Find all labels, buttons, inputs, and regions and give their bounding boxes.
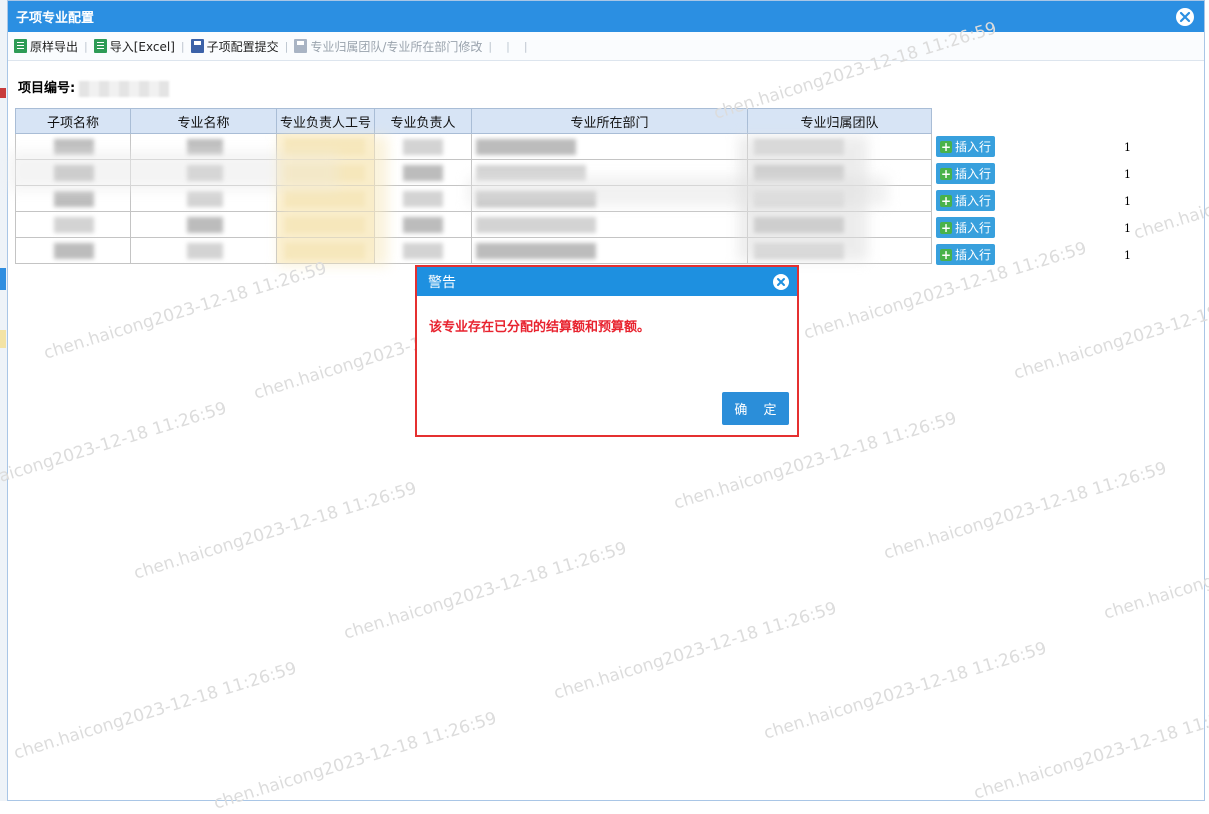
toolbar: 原样导出 | 导入[Excel] | 子项配置提交 | 专业归属团队/专业所在部… [8,32,1204,61]
row-number: 1 [1124,249,1131,262]
col-lead-name[interactable]: 专业负责人 [374,108,472,134]
col-subitem-name[interactable]: 子项名称 [15,108,131,134]
watermark: chen.haicong2023-12-18 11:26:59 [41,258,330,364]
col-specialty-name[interactable]: 专业名称 [130,108,277,134]
project-number: 项目编号: [18,77,170,97]
watermark: chen.haicong2023-12-18 11:26:59 [211,708,500,814]
row-number: 1 [1124,195,1131,208]
watermark: chen.haicong2023-12-18 11:26:59 [551,598,840,704]
import-excel-button[interactable]: 导入[Excel] [90,38,179,55]
watermark: chen.haicong2023-12-18 11:26:59 [1131,138,1209,244]
project-number-label: 项目编号: [18,81,76,96]
plus-icon: + [939,220,952,235]
excel-icon [14,39,27,53]
plus-icon: + [939,193,952,208]
insert-row-button[interactable]: + 插入行 [936,217,995,238]
watermark: chen.haicong2023-12-18 11:26:59 [971,698,1209,804]
dialog-message: 该专业存在已分配的结算额和预算额。 [429,320,651,335]
insert-row-button[interactable]: + 插入行 [936,190,995,211]
watermark: chen.haicong2023-12-18 11:26:59 [881,458,1170,564]
row-number: 1 [1124,141,1131,154]
export-button[interactable]: 原样导出 [10,38,82,55]
col-lead-id[interactable]: 专业负责人工号 [276,108,375,134]
dialog-header: 警告 [417,267,797,296]
window-close-icon[interactable] [1176,7,1194,26]
warning-dialog: 警告 该专业存在已分配的结算额和预算额。 确 定 [415,265,799,437]
col-team[interactable]: 专业归属团队 [747,108,932,134]
watermark: chen.haicong2023-12-18 11:26:59 [341,538,630,644]
insert-row-button[interactable]: + 插入行 [936,163,995,184]
watermark: chen.haicong2023-12-18 11:26:59 [11,658,300,764]
insert-row-button[interactable]: + 插入行 [936,244,995,265]
sub-item-config-window: 子项专业配置 原样导出 | 导入[Excel] | 子项配置提交 | 专业归属团… [0,0,1209,814]
dialog-close-icon[interactable] [773,273,789,290]
watermark: chen.haicong2023-12-18 11:26:59 [1011,278,1209,384]
dialog-title: 警告 [428,274,456,291]
watermark: chen.haicong2023-12-18 11:26:59 [131,478,420,584]
watermark: chen.haicong2023-12-18 11:26:59 [761,638,1050,744]
window-titlebar: 子项专业配置 [8,1,1204,32]
ok-button[interactable]: 确 定 [722,392,789,425]
plus-icon: + [939,139,952,154]
excel-icon [93,39,107,53]
table-header: 子项名称 专业名称 专业负责人工号 专业负责人 专业所在部门 专业归属团队 [15,108,932,134]
modify-team-dept-button[interactable]: 专业归属团队/专业所在部门修改 [290,38,486,55]
col-department[interactable]: 专业所在部门 [471,108,748,134]
row-number: 1 [1124,168,1131,181]
window-title: 子项专业配置 [16,11,95,26]
submit-config-button[interactable]: 子项配置提交 [187,38,283,55]
project-number-value-redacted [79,80,170,97]
row-number: 1 [1124,222,1131,235]
plus-icon: + [939,166,952,181]
watermark: chen.haicong2023-12-18 11:26:59 [0,398,230,504]
watermark: chen.haicong2023-12-18 11:26:59 [1101,518,1209,624]
save-icon [294,39,308,53]
plus-icon: + [939,247,952,262]
save-icon [190,39,204,53]
insert-row-button[interactable]: + 插入行 [936,136,995,157]
